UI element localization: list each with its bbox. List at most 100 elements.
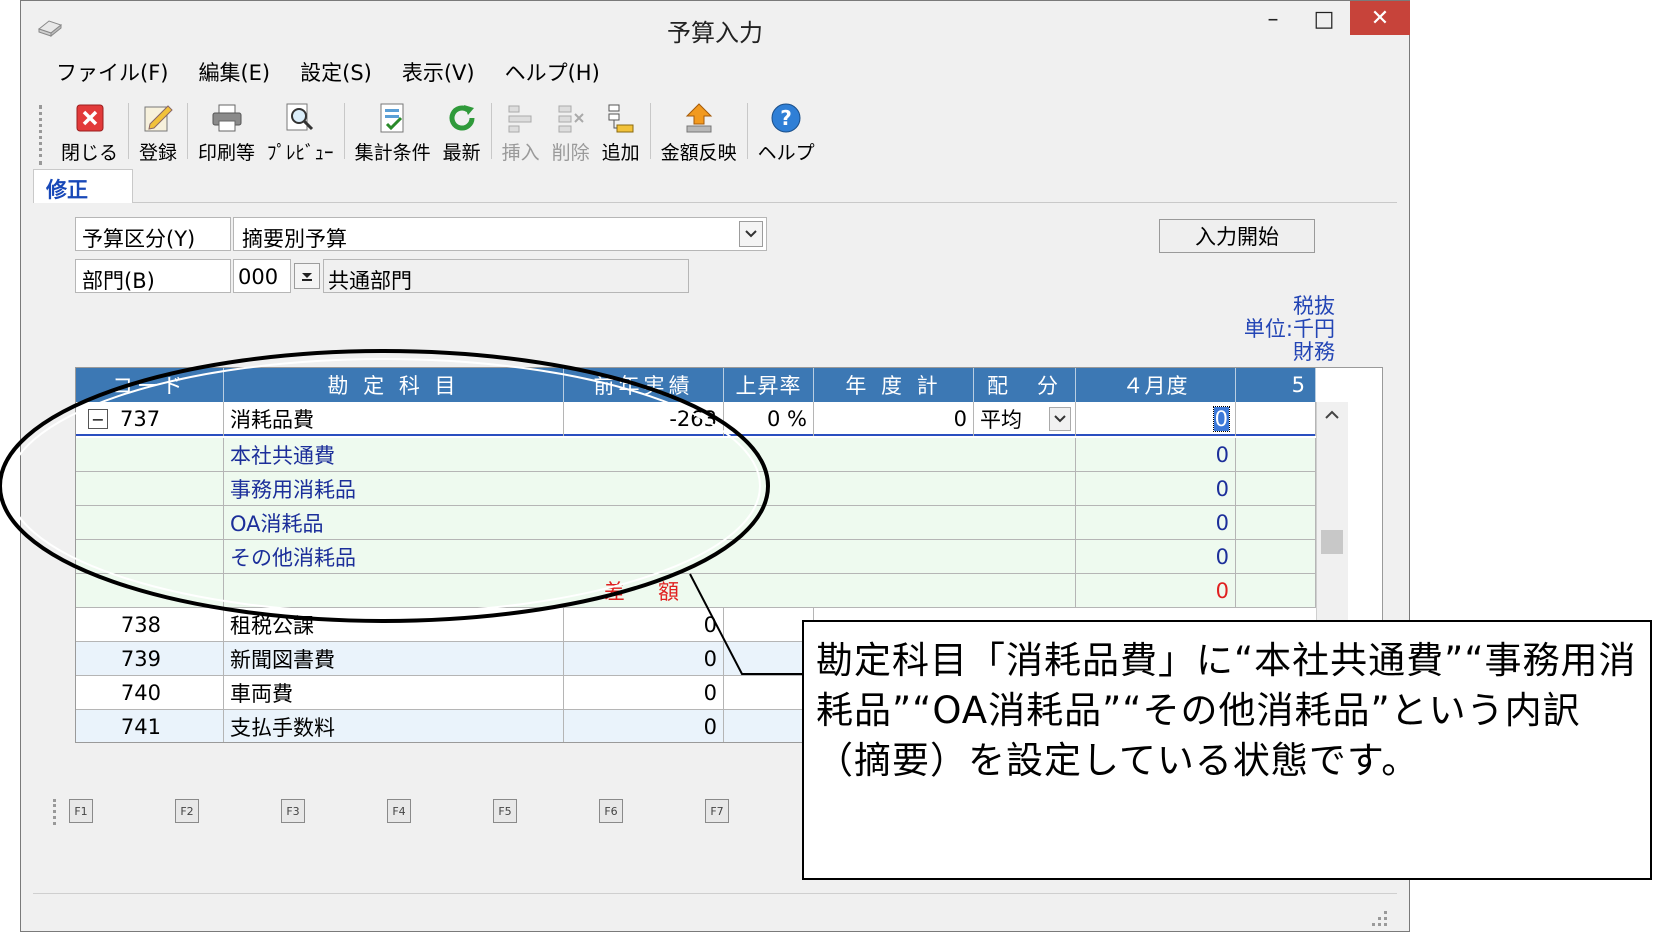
f7-key[interactable]: F7: [705, 799, 729, 823]
code-cell: [76, 506, 224, 540]
f1-key[interactable]: F1: [69, 799, 93, 823]
add-row-icon: [604, 101, 638, 135]
april-cell[interactable]: 0: [1076, 472, 1236, 506]
menu-help[interactable]: ヘルプ(H): [505, 57, 600, 91]
prev-cell[interactable]: 0: [564, 642, 724, 676]
table-row-sub[interactable]: 本社共通費 0: [76, 438, 1316, 472]
may-cell[interactable]: [1236, 506, 1316, 540]
print-button[interactable]: 印刷等: [192, 97, 261, 165]
start-input-button[interactable]: 入力開始: [1159, 219, 1315, 253]
insert-button[interactable]: 挿入: [496, 97, 546, 165]
may-cell[interactable]: [1236, 540, 1316, 574]
code-value: 737: [120, 407, 161, 431]
magnifier-icon: [283, 101, 317, 135]
unit-label: 単位:千円: [1243, 317, 1335, 341]
sub-name-cell[interactable]: 事務用消耗品: [224, 472, 1076, 506]
april-cell[interactable]: 0: [1076, 506, 1236, 540]
minimize-button[interactable]: –: [1248, 1, 1298, 37]
apply-amount-button-label: 金額反映: [660, 142, 737, 164]
prev-cell[interactable]: 0: [564, 710, 724, 742]
may-cell[interactable]: [1236, 438, 1316, 472]
close-button[interactable]: 閉じる: [55, 97, 124, 165]
dept-code-input[interactable]: 000: [233, 259, 291, 293]
dist-value: 平均: [980, 408, 1022, 432]
account-cell[interactable]: 新聞図書費: [224, 642, 564, 676]
prev-cell[interactable]: -263: [564, 402, 724, 436]
f6-key[interactable]: F6: [599, 799, 623, 823]
menu-settings[interactable]: 設定(S): [300, 57, 372, 91]
april-cell[interactable]: 0: [1076, 402, 1236, 436]
delete-button-label: 削除: [551, 142, 590, 164]
may-cell[interactable]: [1236, 472, 1316, 506]
dist-cell[interactable]: 平均: [974, 402, 1076, 436]
code-cell: [76, 438, 224, 472]
rate-cell[interactable]: [724, 676, 814, 710]
header-may: 5: [1236, 368, 1316, 402]
table-row-sub[interactable]: 事務用消耗品 0: [76, 472, 1316, 506]
f5-key[interactable]: F5: [493, 799, 517, 823]
register-button[interactable]: 登録: [133, 97, 183, 165]
sub-name-cell[interactable]: その他消耗品: [224, 540, 1076, 574]
menu-view[interactable]: 表示(V): [402, 57, 475, 91]
delete-row-icon: [554, 101, 588, 135]
toolbar-grip[interactable]: [39, 105, 49, 165]
table-row-main[interactable]: − 737 消耗品費 -263 0 % 0 平均 0: [76, 402, 1316, 436]
unit-info: 税抜 単位:千円 財務: [1244, 295, 1335, 364]
account-cell[interactable]: 支払手数料: [224, 710, 564, 742]
rate-cell[interactable]: [724, 642, 814, 676]
account-cell[interactable]: 車両費: [224, 676, 564, 710]
account-cell[interactable]: 消耗品費: [224, 402, 564, 436]
print-button-label: 印刷等: [198, 142, 256, 164]
budget-type-select[interactable]: 摘要別予算: [233, 217, 767, 251]
rate-cell[interactable]: [724, 710, 814, 742]
preview-button[interactable]: ﾌﾟﾚﾋﾞｭｰ: [261, 97, 340, 165]
add-button[interactable]: 追加: [596, 97, 646, 165]
maximize-button[interactable]: □: [1299, 1, 1349, 37]
year-total-cell[interactable]: 0: [814, 402, 974, 436]
conditions-button[interactable]: 集計条件: [349, 97, 437, 165]
table-row-sub[interactable]: その他消耗品 0: [76, 540, 1316, 574]
account-cell[interactable]: 租税公課: [224, 608, 564, 642]
toolbar-separator: [187, 103, 189, 159]
dept-dropdown-icon[interactable]: [294, 263, 320, 289]
close-icon: [73, 101, 107, 135]
checklist-icon: [376, 101, 410, 135]
collapse-toggle[interactable]: −: [88, 409, 108, 429]
f4-key[interactable]: F4: [387, 799, 411, 823]
code-cell: [76, 540, 224, 574]
toolbar-separator: [649, 103, 651, 159]
scroll-up-icon[interactable]: [1323, 406, 1341, 425]
dist-dropdown-icon[interactable]: [1049, 407, 1071, 431]
insert-button-label: 挿入: [501, 142, 540, 164]
rate-cell[interactable]: [724, 608, 814, 642]
rate-cell[interactable]: 0 %: [724, 402, 814, 436]
help-icon: ?: [769, 101, 803, 135]
help-button[interactable]: ? ヘルプ: [752, 97, 821, 165]
add-button-label: 追加: [601, 142, 640, 164]
menu-edit[interactable]: 編集(E): [198, 57, 270, 91]
refresh-button[interactable]: 最新: [437, 97, 487, 165]
prev-cell[interactable]: 0: [564, 608, 724, 642]
resize-grip-icon[interactable]: [1369, 908, 1389, 928]
delete-button[interactable]: 削除: [546, 97, 596, 165]
tab-strip: 修正: [33, 169, 1397, 204]
tab-edit[interactable]: 修正: [33, 169, 133, 204]
apply-amount-button[interactable]: 金額反映: [655, 97, 743, 165]
april-cell[interactable]: 0: [1076, 540, 1236, 574]
printer-icon: [210, 101, 244, 135]
f3-key[interactable]: F3: [281, 799, 305, 823]
sub-name-cell[interactable]: 本社共通費: [224, 438, 1076, 472]
table-row-sub[interactable]: OA消耗品 0: [76, 506, 1316, 540]
scroll-thumb[interactable]: [1321, 530, 1343, 554]
april-value: 0: [1212, 406, 1231, 432]
f2-key[interactable]: F2: [175, 799, 199, 823]
chevron-down-icon[interactable]: [739, 221, 763, 247]
close-window-button[interactable]: ✕: [1350, 1, 1410, 35]
menu-file[interactable]: ファイル(F): [56, 57, 168, 91]
may-cell[interactable]: [1236, 402, 1316, 436]
preview-button-label: ﾌﾟﾚﾋﾞｭｰ: [267, 142, 334, 164]
toolbar-separator: [343, 103, 345, 159]
prev-cell[interactable]: 0: [564, 676, 724, 710]
sub-name-cell[interactable]: OA消耗品: [224, 506, 1076, 540]
april-cell[interactable]: 0: [1076, 438, 1236, 472]
